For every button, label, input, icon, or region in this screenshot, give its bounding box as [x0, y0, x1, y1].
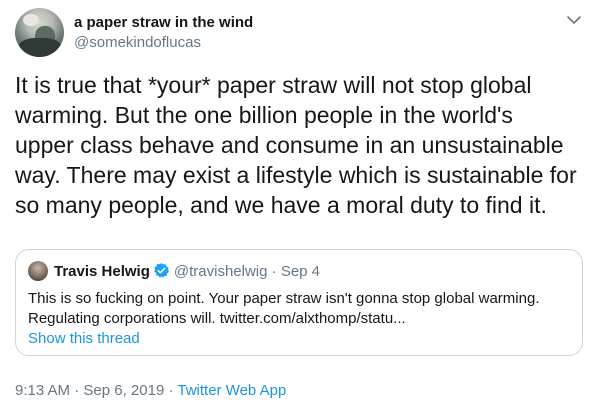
quoted-handle: @travishelwig — [173, 263, 268, 280]
tweet-date[interactable]: Sep 6, 2019 — [83, 382, 164, 399]
quoted-tweet[interactable]: Travis Helwig @travishelwig · Sep 4 This … — [15, 249, 583, 356]
tweet: a paper straw in the wind @somekindofluc… — [0, 0, 598, 411]
author-display-name[interactable]: a paper straw in the wind — [74, 14, 253, 31]
quoted-avatar — [28, 261, 48, 281]
tweet-text: It is true that *your* paper straw will … — [15, 70, 587, 220]
quoted-text-line: This is so fucking on point. Your paper … — [28, 290, 540, 307]
tweet-text-line: upper class behave and consume in an uns… — [15, 132, 564, 158]
chevron-down-icon[interactable] — [566, 14, 582, 26]
tweet-text-line: so many people, and we have a moral duty… — [15, 192, 547, 218]
quoted-header: Travis Helwig @travishelwig · Sep 4 — [54, 262, 320, 280]
quoted-text: This is so fucking on point. Your paper … — [28, 289, 576, 329]
meta-separator: · — [70, 382, 84, 399]
verified-badge-icon — [154, 263, 169, 278]
author-handle[interactable]: @somekindoflucas — [74, 34, 201, 51]
tweet-meta: 9:13 AM · Sep 6, 2019 · Twitter Web App — [15, 382, 286, 399]
tweet-text-line: It is true that *your* paper straw will … — [15, 72, 532, 98]
quoted-date: Sep 4 — [280, 263, 321, 280]
tweet-time[interactable]: 9:13 AM — [15, 382, 70, 399]
tweet-source-app[interactable]: Twitter Web App — [177, 382, 286, 399]
show-thread-link[interactable]: Show this thread — [28, 330, 140, 347]
meta-separator: · — [164, 382, 178, 399]
quoted-separator: · — [271, 263, 277, 280]
tweet-text-line: way. There may exist a lifestyle which i… — [15, 162, 577, 188]
quoted-display-name: Travis Helwig — [54, 263, 150, 280]
quoted-text-line: Regulating corporations will. twitter.co… — [28, 310, 406, 327]
tweet-text-line: warming. But the one billion people in t… — [15, 102, 513, 128]
avatar[interactable] — [15, 8, 64, 57]
